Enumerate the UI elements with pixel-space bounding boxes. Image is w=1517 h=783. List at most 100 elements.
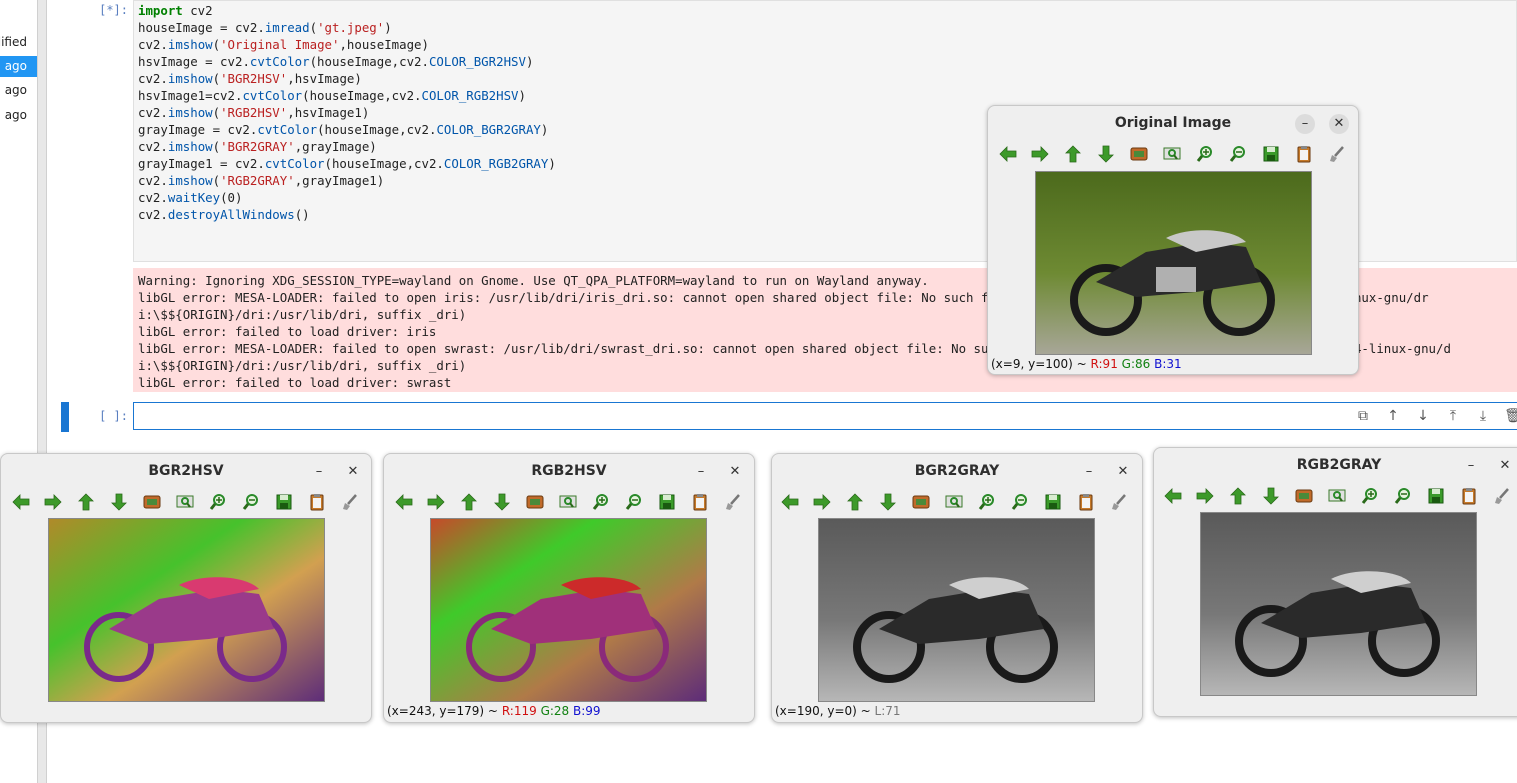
pan-left-icon[interactable] <box>394 492 414 512</box>
pan-left-icon[interactable] <box>780 492 800 512</box>
pixel-green: G:86 <box>1121 357 1151 371</box>
close-button[interactable]: ✕ <box>1329 114 1349 134</box>
save-icon[interactable] <box>657 492 677 512</box>
rgb2gray-window[interactable]: RGB2GRAY – ✕ <box>1153 447 1517 717</box>
pixel-coords: (x=243, y=179) ~ <box>387 704 498 718</box>
pan-left-icon[interactable] <box>1163 486 1183 506</box>
properties-icon[interactable] <box>723 492 743 512</box>
original-image-window[interactable]: Original Image – ✕ (x=9, y=100) ~ R:91 G… <box>987 105 1359 375</box>
pan-right-icon[interactable] <box>426 492 446 512</box>
zoom-in-icon[interactable] <box>591 492 611 512</box>
pan-down-icon[interactable] <box>878 492 898 512</box>
zoom-fit-icon[interactable] <box>525 492 545 512</box>
zoom-fit-icon[interactable] <box>1129 144 1149 164</box>
rgb2hsv-window[interactable]: RGB2HSV – ✕ (x=243, y=179) ~ R:119 G:28 … <box>383 453 755 723</box>
code-line: houseImage = cv2.imread('gt.jpeg') <box>138 20 392 35</box>
pan-left-icon[interactable] <box>998 144 1018 164</box>
zoom-out-icon[interactable] <box>241 492 261 512</box>
zoom-in-icon[interactable] <box>1195 144 1215 164</box>
minimize-button[interactable]: – <box>691 462 711 482</box>
image-display[interactable] <box>48 518 325 702</box>
code-editor[interactable]: import cv2 houseImage = cv2.imread('gt.jp… <box>138 2 556 223</box>
zoom-out-icon[interactable] <box>1228 144 1248 164</box>
properties-icon[interactable] <box>1109 492 1129 512</box>
zoom-actual-icon[interactable] <box>558 492 578 512</box>
empty-code-cell[interactable] <box>133 402 1517 430</box>
copy-icon[interactable]: ⧉ <box>1354 408 1372 424</box>
window-titlebar[interactable]: RGB2GRAY – ✕ <box>1154 448 1517 484</box>
properties-icon[interactable] <box>1327 144 1347 164</box>
pan-down-icon[interactable] <box>1096 144 1116 164</box>
copy-clipboard-icon[interactable] <box>1076 492 1096 512</box>
pan-up-icon[interactable] <box>76 492 96 512</box>
zoom-in-icon[interactable] <box>1360 486 1380 506</box>
pan-down-icon[interactable] <box>109 492 129 512</box>
image-display[interactable] <box>818 518 1095 702</box>
pan-right-icon[interactable] <box>1195 486 1215 506</box>
pan-right-icon[interactable] <box>1030 144 1050 164</box>
delete-icon[interactable]: 🗑 <box>1504 408 1517 424</box>
move-down-icon[interactable]: ↓ <box>1414 408 1432 424</box>
zoom-fit-icon[interactable] <box>911 492 931 512</box>
window-titlebar[interactable]: RGB2HSV – ✕ <box>384 454 754 490</box>
image-display[interactable] <box>430 518 707 702</box>
save-icon[interactable] <box>1043 492 1063 512</box>
image-display[interactable] <box>1200 512 1477 696</box>
copy-clipboard-icon[interactable] <box>1459 486 1479 506</box>
modified-column-header[interactable]: Modified <box>0 35 27 49</box>
copy-clipboard-icon[interactable] <box>307 492 327 512</box>
minimize-button[interactable]: – <box>1079 462 1099 482</box>
bgr2hsv-window[interactable]: BGR2HSV – ✕ <box>0 453 372 723</box>
insert-above-icon[interactable]: ⤒ <box>1444 408 1462 424</box>
pan-up-icon[interactable] <box>1228 486 1248 506</box>
copy-clipboard-icon[interactable] <box>1294 144 1314 164</box>
bgr2gray-window[interactable]: BGR2GRAY – ✕ (x=190, y=0) ~ L:71 <box>771 453 1143 723</box>
pan-down-icon[interactable] <box>492 492 512 512</box>
pan-up-icon[interactable] <box>845 492 865 512</box>
code-line: cv2.imshow('Original Image',houseImage) <box>138 37 429 52</box>
close-button[interactable]: ✕ <box>725 462 745 482</box>
copy-clipboard-icon[interactable] <box>690 492 710 512</box>
move-up-icon[interactable]: ↑ <box>1384 408 1402 424</box>
window-titlebar[interactable]: Original Image – ✕ <box>988 106 1358 142</box>
pan-left-icon[interactable] <box>11 492 31 512</box>
zoom-fit-icon[interactable] <box>1294 486 1314 506</box>
pan-up-icon[interactable] <box>1063 144 1083 164</box>
save-icon[interactable] <box>1426 486 1446 506</box>
zoom-out-icon[interactable] <box>1010 492 1030 512</box>
code-line: cv2.imshow('RGB2HSV',hsvImage1) <box>138 105 370 120</box>
pan-up-icon[interactable] <box>459 492 479 512</box>
pan-right-icon[interactable] <box>812 492 832 512</box>
save-icon[interactable] <box>274 492 294 512</box>
pixel-red: R:119 <box>501 704 537 718</box>
minimize-button[interactable]: – <box>1295 114 1315 134</box>
window-titlebar[interactable]: BGR2GRAY – ✕ <box>772 454 1142 490</box>
zoom-fit-icon[interactable] <box>142 492 162 512</box>
insert-below-icon[interactable]: ⤓ <box>1474 408 1492 424</box>
zoom-actual-icon[interactable] <box>944 492 964 512</box>
zoom-out-icon[interactable] <box>1393 486 1413 506</box>
file-modified-time[interactable]: ago <box>5 83 27 97</box>
zoom-actual-icon[interactable] <box>1327 486 1347 506</box>
pixel-coords: (x=9, y=100) ~ <box>991 357 1087 371</box>
close-button[interactable]: ✕ <box>1113 462 1133 482</box>
zoom-actual-icon[interactable] <box>175 492 195 512</box>
properties-icon[interactable] <box>340 492 360 512</box>
minimize-button[interactable]: – <box>309 462 329 482</box>
pixel-red: R:91 <box>1090 357 1118 371</box>
zoom-out-icon[interactable] <box>624 492 644 512</box>
pan-right-icon[interactable] <box>43 492 63 512</box>
zoom-in-icon[interactable] <box>977 492 997 512</box>
minimize-button[interactable]: – <box>1461 456 1481 476</box>
file-row-selected[interactable]: ago <box>0 56 37 77</box>
image-display[interactable] <box>1035 171 1312 355</box>
zoom-actual-icon[interactable] <box>1162 144 1182 164</box>
close-button[interactable]: ✕ <box>1495 456 1515 476</box>
close-button[interactable]: ✕ <box>343 462 363 482</box>
pan-down-icon[interactable] <box>1261 486 1281 506</box>
file-modified-time[interactable]: ago <box>5 108 27 122</box>
window-titlebar[interactable]: BGR2HSV – ✕ <box>1 454 371 490</box>
properties-icon[interactable] <box>1492 486 1512 506</box>
zoom-in-icon[interactable] <box>208 492 228 512</box>
save-icon[interactable] <box>1261 144 1281 164</box>
